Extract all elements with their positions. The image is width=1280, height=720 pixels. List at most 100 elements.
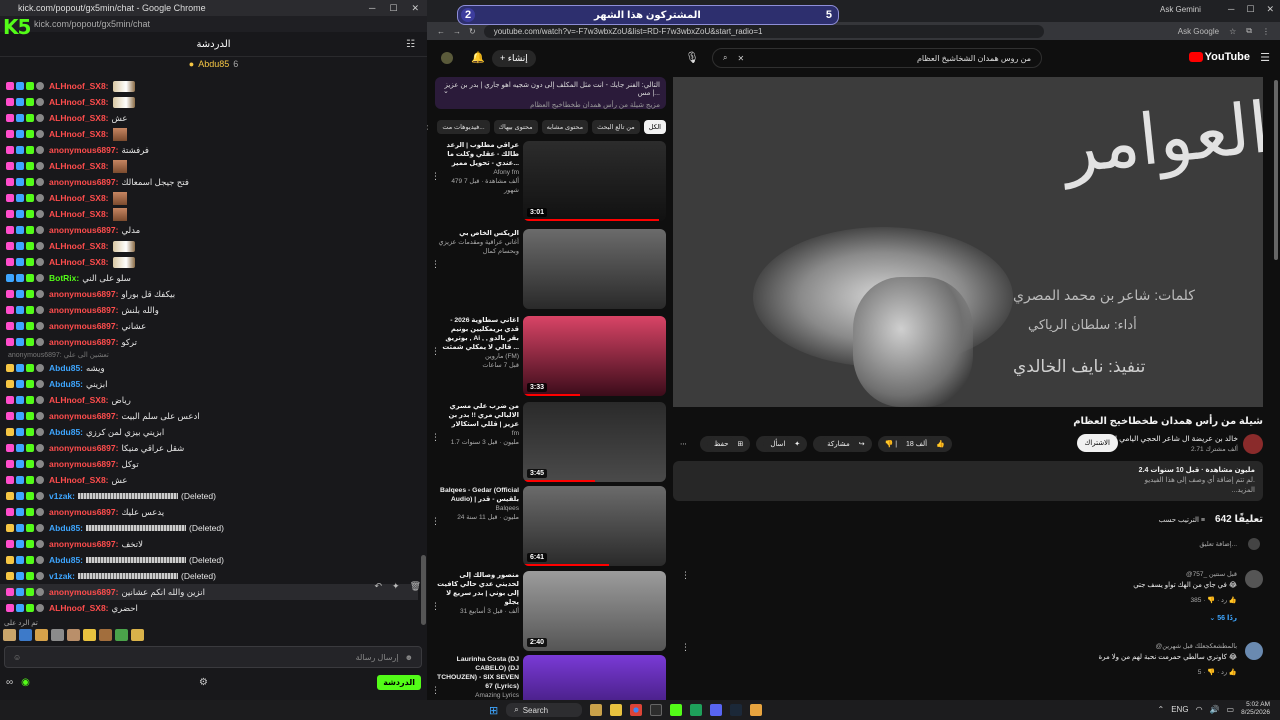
forward-icon[interactable]: → [453, 27, 461, 36]
create-button[interactable]: + إنشاء [492, 50, 536, 67]
kick-address-bar[interactable]: kick.com/popout/gx5min/chat [0, 16, 427, 32]
chat-message[interactable]: ALHnoof_SX8: [0, 158, 418, 174]
channel-avatar[interactable] [1243, 434, 1263, 454]
bell-icon[interactable]: 🔔 [471, 51, 485, 64]
hamburger-icon[interactable]: ☰ [1260, 51, 1270, 64]
chat-message[interactable]: ALHnoof_SX8: احضري [0, 600, 418, 616]
clear-search-icon[interactable]: ✕ [737, 54, 744, 63]
chevron-up-icon[interactable]: ⌃ [1158, 705, 1165, 714]
chat-username[interactable]: ALHnoof_SX8: [49, 395, 109, 405]
url-field[interactable]: youtube.com/watch?v=-F7w3wbxZoU&list=RD-… [483, 24, 1044, 38]
more-icon[interactable]: ⋮ [431, 171, 440, 182]
chat-username[interactable]: anonymous6897: [49, 587, 118, 597]
share-button[interactable]: مشاركة ↪ [813, 436, 872, 452]
related-video-channel[interactable]: أغاني عراقية ومقدمات عزيزي وبحسام كمال [435, 238, 519, 256]
widget-icon[interactable] [590, 704, 603, 716]
wifi-icon[interactable]: ◠ [1196, 705, 1203, 714]
chat-message[interactable]: Abdu85: (Deleted) [0, 552, 418, 568]
related-video-title[interactable]: Laurinha Costa (DJ CABELO) (DJ TCHOUZEN)… [435, 655, 519, 691]
add-comment-input[interactable]: إضافة تعليق... [673, 538, 1263, 550]
comment-handle[interactable]: @757_ قبل سنتين [1186, 570, 1237, 578]
video-thumbnail[interactable]: 6:41 [523, 486, 666, 566]
emote-icon[interactable] [131, 629, 144, 641]
minimize-icon[interactable]: ─ [1228, 4, 1234, 15]
close-icon[interactable]: ✕ [1266, 4, 1274, 15]
chat-username[interactable]: anonymous6897: [49, 145, 118, 155]
more-icon[interactable]: ⋯ [673, 436, 694, 452]
minimize-icon[interactable]: ─ [369, 3, 375, 14]
emote-icon[interactable] [99, 629, 112, 641]
related-video-channel[interactable]: Amazing Lyrics [435, 691, 519, 700]
more-icon[interactable]: ⋮ [431, 601, 440, 612]
chat-message[interactable]: BotRix: سلو على الني [0, 270, 418, 286]
chevron-down-icon[interactable]: ⌄ [443, 87, 449, 95]
chat-username[interactable]: v1zak: [49, 491, 75, 501]
video-thumbnail[interactable] [523, 229, 666, 309]
chat-message[interactable]: ALHnoof_SX8: [0, 94, 418, 110]
chat-message[interactable]: anonymous6897: عشاني [0, 318, 418, 334]
related-video[interactable]: 3:33 اغاني سطاوية 2026 - قدي بريمكليين بو… [431, 316, 666, 398]
language-icon[interactable]: ENG [1171, 705, 1188, 714]
emote-icon[interactable] [19, 629, 32, 641]
commenter-avatar[interactable] [1245, 570, 1263, 588]
kick-small-icon[interactable]: ◉ [21, 677, 30, 688]
file-explorer-icon[interactable] [610, 704, 623, 716]
more-icon[interactable]: ⋮ [431, 516, 440, 527]
maximize-icon[interactable]: ☐ [389, 3, 397, 14]
ask-button[interactable]: اسأل ✦ [756, 436, 808, 452]
related-video-title[interactable]: Balqees - Gedar (Official Audio) | بلقيس… [435, 486, 519, 504]
chat-username[interactable]: anonymous6897: [49, 289, 118, 299]
ask-google-button[interactable]: Ask Google [1178, 27, 1219, 36]
ask-gemini-button[interactable]: Ask Gemini [1160, 5, 1201, 14]
battery-icon[interactable]: ▭ [1227, 705, 1235, 714]
chat-message[interactable]: ALHnoof_SX8: عش [0, 110, 418, 126]
chip[interactable]: محتوى مشابه [541, 120, 589, 134]
maximize-icon[interactable]: ☐ [1246, 4, 1254, 15]
pin-icon[interactable]: ✦ [392, 581, 400, 592]
reload-icon[interactable]: ↻ [469, 27, 476, 36]
description-box[interactable]: 2.4 مليون مشاهدة · قبل 10 سنوات لم تتم إ… [673, 461, 1263, 501]
media-player-icon[interactable] [690, 704, 703, 716]
mic-icon[interactable]: 🎙 [685, 51, 699, 64]
top-gifter[interactable]: ● Abdu85 6 [0, 57, 427, 71]
chevron-left-icon[interactable]: ‹ [427, 119, 433, 136]
chat-message[interactable]: ALHnoof_SX8: رياض [0, 392, 418, 408]
windows-start-icon[interactable]: ⊞ [489, 704, 498, 717]
star-icon[interactable]: ☆ [1229, 27, 1236, 36]
chat-username[interactable]: anonymous6897: [49, 411, 118, 421]
more-icon[interactable]: ⋮ [431, 685, 440, 696]
reply-icon[interactable]: ↶ [374, 581, 382, 592]
video-thumbnail[interactable] [523, 655, 666, 700]
chat-username[interactable]: ALHnoof_SX8: [49, 97, 109, 107]
volume-icon[interactable]: 🔊 [1210, 705, 1220, 714]
chat-username[interactable]: anonymous6897: [49, 443, 118, 453]
search-input[interactable]: ⌕ ✕ من روس همدان الشخاشيخ العظام [712, 48, 1042, 68]
chat-username[interactable]: ALHnoof_SX8: [49, 161, 109, 171]
related-video-channel[interactable]: Balqees [435, 504, 520, 513]
chat-username[interactable]: anonymous6897: [49, 337, 118, 347]
video-thumbnail[interactable]: 3:01 [523, 141, 666, 221]
chat-message[interactable]: ALHnoof_SX8: عش [0, 472, 418, 488]
related-video-title[interactable]: منصور وصالك إلى لحديني عدي حالي كافيت إل… [435, 571, 519, 607]
sort-by-button[interactable]: الترتيب حسب ≡ [1159, 516, 1205, 524]
chat-message[interactable]: anonymous6897: تركو [0, 334, 418, 350]
chat-username[interactable]: Abdu85: [49, 379, 83, 389]
save-button[interactable]: حفظ ⊞ [700, 436, 751, 452]
page-scrollbar[interactable] [1274, 80, 1278, 260]
chat-message[interactable]: anonymous6897: والله بلنش [0, 302, 418, 318]
emoji-picker-icon[interactable]: ☺ [13, 653, 21, 662]
related-video[interactable]: 6:41 Balqees - Gedar (Official Audio) | ب… [431, 486, 666, 568]
comment-like-row[interactable]: رد · 👎 · 385 👍 [1191, 596, 1237, 604]
chat-message[interactable]: anonymous6897: مدلي [0, 222, 418, 238]
emote-icon[interactable] [35, 629, 48, 641]
settings-icon[interactable]: ⚙ [199, 677, 208, 688]
subscribe-button[interactable]: الاشتراك [1076, 434, 1118, 452]
send-chat-button[interactable]: الدردشة [377, 674, 421, 690]
chat-username[interactable]: anonymous6897: [49, 225, 118, 235]
chat-message[interactable]: Abdu85: (Deleted) [0, 520, 418, 536]
chat-message[interactable]: ALHnoof_SX8: [0, 206, 418, 222]
link-icon[interactable]: ∞ [6, 677, 13, 688]
extensions-icon[interactable]: ⧉ [1246, 26, 1252, 36]
emote-icon[interactable] [3, 629, 16, 641]
chat-username[interactable]: Abdu85: [49, 523, 83, 533]
